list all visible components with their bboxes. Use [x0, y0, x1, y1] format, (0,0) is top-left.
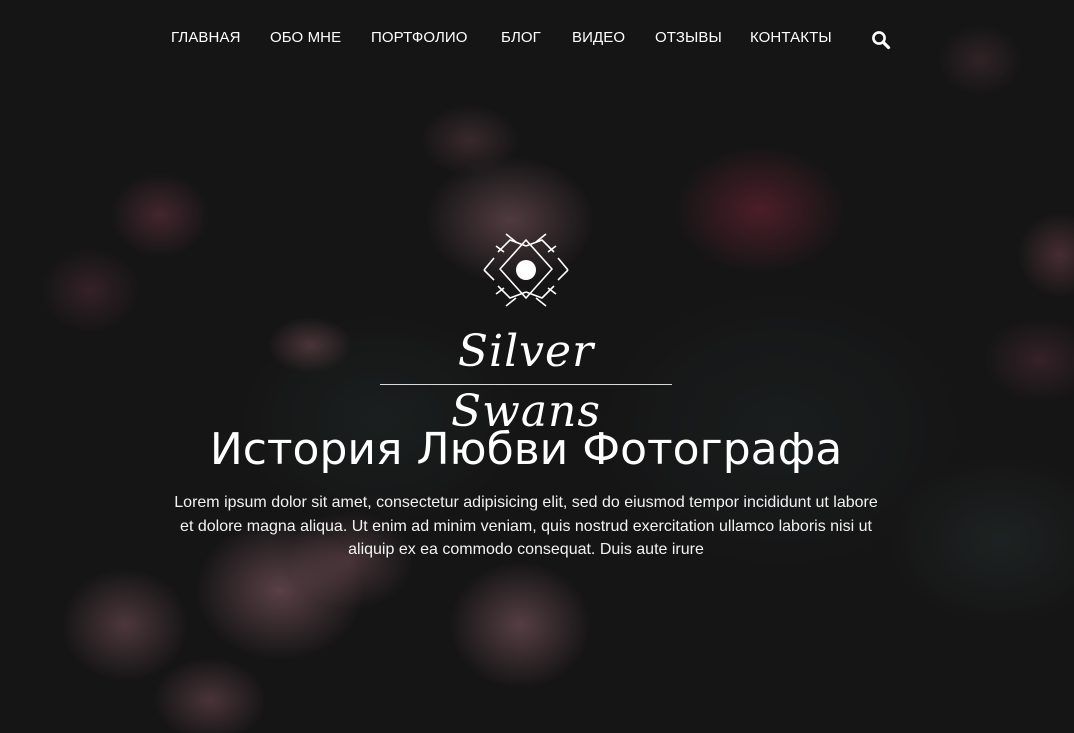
nav-item-video[interactable]: ВИДЕО: [572, 29, 625, 46]
nav-item-portfolio[interactable]: ПОРТФОЛИО: [371, 29, 468, 46]
nav-item-about[interactable]: ОБО МНЕ: [270, 29, 341, 46]
nav-item-blog[interactable]: БЛОГ: [501, 29, 541, 46]
main-nav: ГЛАВНАЯ ОБО МНЕ ПОРТФОЛИО БЛОГ ВИДЕО ОТЗ…: [0, 29, 1074, 51]
hero-headline: История Любви Фотографа: [209, 424, 843, 475]
nav-item-contacts[interactable]: КОНТАКТЫ: [750, 29, 832, 46]
nav-item-reviews[interactable]: ОТЗЫВЫ: [655, 29, 722, 46]
hero-section: ГЛАВНАЯ ОБО МНЕ ПОРТФОЛИО БЛОГ ВИДЕО ОТЗ…: [0, 0, 1074, 733]
nav-item-home[interactable]: ГЛАВНАЯ: [171, 29, 241, 46]
brand-underline: [380, 384, 672, 385]
hero-lead-text: Lorem ipsum dolor sit amet, consectetur …: [174, 494, 878, 558]
search-icon[interactable]: [871, 30, 891, 50]
brand-logo-icon: [476, 222, 576, 322]
